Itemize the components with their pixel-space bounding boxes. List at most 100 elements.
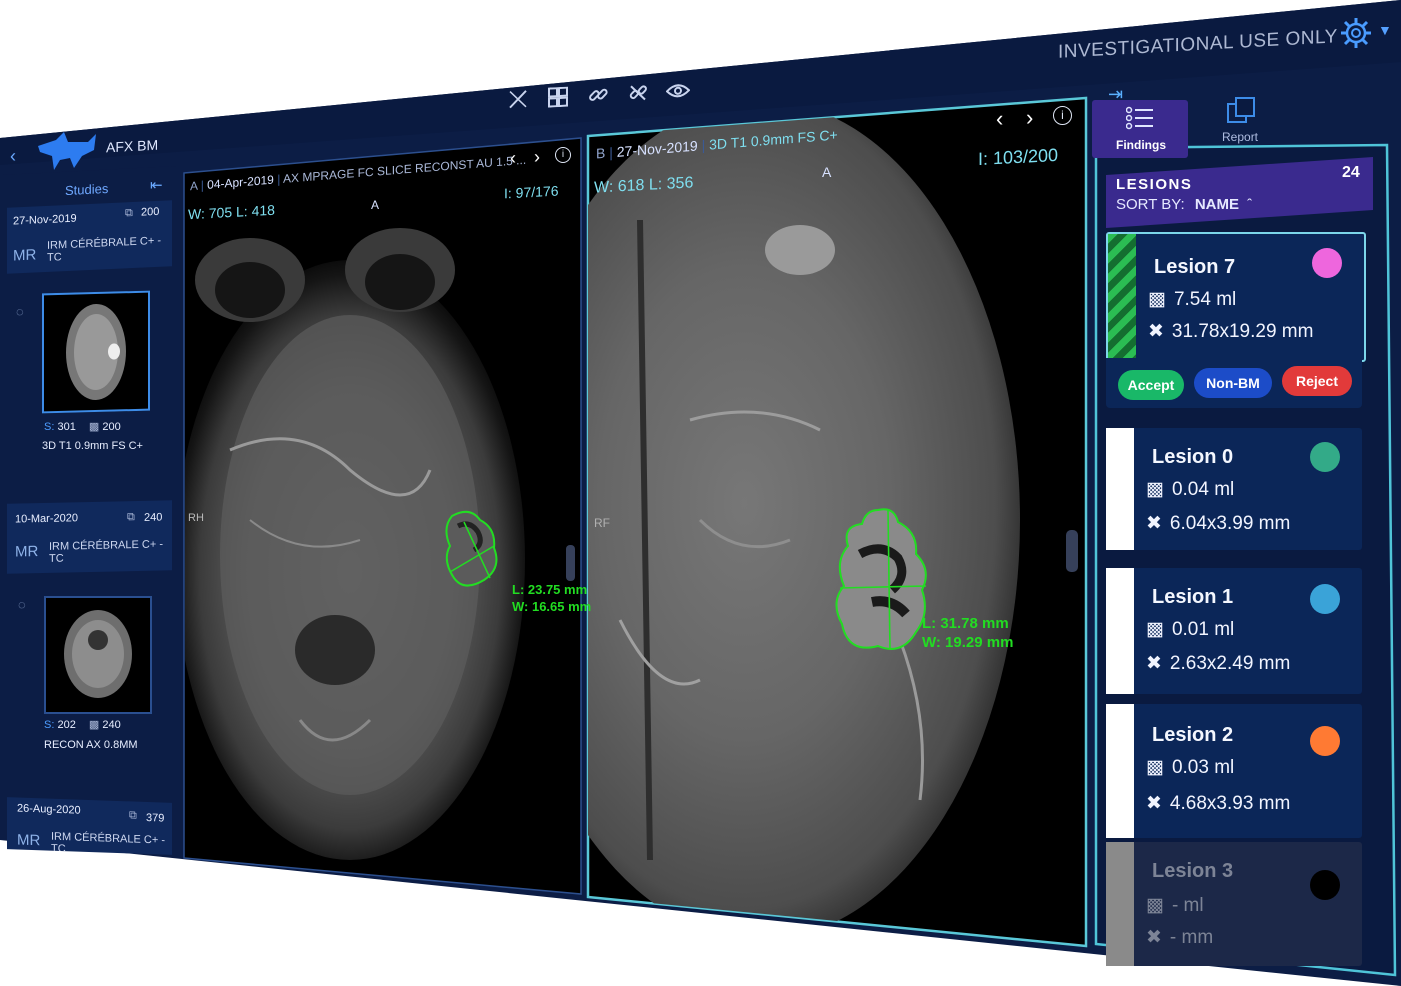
sort-label: SORT BY: [1116, 196, 1185, 213]
image-count-icon: ⧉ [125, 207, 133, 220]
measure-ruler-icon: ✖ [1146, 513, 1162, 534]
viewer-b-measure-length: L: 31.78 mm [922, 615, 1009, 632]
series-image-icon: ▩ [88, 719, 100, 731]
lesion-card-selected[interactable]: Lesion 7 ▩ 7.54 ml ✖ 31.78x19.29 mm [1106, 232, 1366, 362]
back-chevron-icon[interactable]: ‹ [10, 146, 16, 167]
viewer-a-prev-icon[interactable]: ‹ [510, 148, 516, 169]
lesion-action-bar: Accept Non-BM Reject [1106, 358, 1362, 408]
lesion-volume: ▩ 0.03 ml [1146, 756, 1234, 779]
loading-spinner-icon: ◌ [16, 304, 24, 319]
study-date: 10-Mar-2020 [15, 512, 78, 526]
study-card[interactable]: 27-Nov-2019 ⧉ 200 MR IRM CÉRÉBRALE C+ -T… [7, 200, 172, 274]
image-count-icon: ⧉ [127, 511, 135, 524]
study-image-count: 200 [141, 205, 160, 219]
series-image-count: 200 [102, 421, 121, 433]
viewer-b-info-icon[interactable]: i [1053, 106, 1072, 125]
study-card[interactable]: 26-Aug-2020 ⧉ 379 MR IRM CÉRÉBRALE C+ -T… [7, 797, 172, 855]
viewer-a-info-icon[interactable]: i [555, 147, 571, 163]
lesion-volume: ▩ 7.54 ml [1148, 288, 1236, 311]
study-modality: MR [17, 831, 41, 850]
series-number: 301 [57, 421, 76, 433]
measure-ruler-icon: ✖ [1148, 321, 1164, 342]
viewer-b-lesion-contour [835, 508, 927, 651]
lesion-card-disabled[interactable]: Lesion 3 ▩ - ml ✖ - mm [1106, 842, 1362, 966]
lesion-color-swatch [1312, 248, 1342, 278]
lesion-size: ✖ - mm [1146, 926, 1213, 949]
settings-gear-icon[interactable] [1338, 15, 1374, 51]
viewer-b-prev-icon[interactable]: ‹ [996, 106, 1003, 132]
lesion-card[interactable]: Lesion 2 ▩ 0.03 ml ✖ 4.68x3.93 mm [1106, 704, 1362, 838]
tab-findings[interactable]: Findings [1092, 100, 1188, 158]
lesion-size: ✖ 2.63x2.49 mm [1146, 652, 1290, 675]
eye-icon[interactable] [665, 77, 691, 104]
viewer-a-lesion-contour [445, 510, 498, 587]
loading-spinner-icon: ◌ [18, 597, 26, 612]
layout-grid-icon[interactable] [545, 83, 571, 110]
study-description: IRM CÉRÉBRALE C+ -TC [49, 538, 163, 565]
viewer-b-next-icon[interactable]: › [1026, 105, 1033, 131]
reject-button[interactable]: Reject [1282, 366, 1352, 396]
collapse-panel-icon[interactable]: ⇤ [150, 176, 163, 194]
sort-value: NAME [1194, 196, 1239, 213]
study-card[interactable]: 10-Mar-2020 ⧉ 240 MR IRM CÉRÉBRALE C+ -T… [7, 500, 172, 574]
viewer-b-window: W: 618 [594, 176, 645, 197]
sort-control[interactable]: SORT BY: NAME ˆ [1116, 196, 1252, 213]
lesion-volume: ▩ 0.04 ml [1146, 478, 1234, 501]
viewer-a-measure-width: W: 16.65 mm [512, 599, 592, 614]
study-date: 27-Nov-2019 [13, 212, 77, 228]
lesion-size-value: 2.63x2.49 mm [1169, 653, 1291, 674]
lesion-size: ✖ 31.78x19.29 mm [1148, 320, 1313, 343]
viewer-a-level: L: 418 [236, 201, 275, 220]
viewer-a-window: W: 705 [188, 203, 233, 223]
viewer-b-scroll-handle[interactable] [1066, 530, 1078, 572]
study-modality: MR [15, 543, 39, 561]
volume-cube-icon: ▩ [1146, 757, 1164, 778]
lesion-card[interactable]: Lesion 1 ▩ 0.01 ml ✖ 2.63x2.49 mm [1106, 568, 1362, 694]
series-thumbnail[interactable] [42, 290, 150, 414]
lesion-size-value: 6.04x3.99 mm [1169, 513, 1291, 534]
lesion-size: ✖ 6.04x3.99 mm [1146, 512, 1290, 535]
lesion-status-stripe [1106, 704, 1134, 838]
series-s-label: S: [44, 421, 55, 433]
study-image-count: 240 [144, 511, 163, 524]
lesion-status-stripe [1108, 234, 1136, 360]
lesion-name: Lesion 0 [1152, 446, 1234, 468]
series-number: 202 [57, 719, 76, 731]
lesion-color-swatch [1310, 870, 1340, 900]
viewer-a-label: A [190, 178, 198, 194]
link-icon[interactable] [585, 81, 611, 108]
series-name: 3D T1 0.9mm FS C+ [42, 440, 143, 452]
viewer-a-scroll-handle[interactable] [566, 545, 575, 581]
lesion-name: Lesion 3 [1152, 860, 1234, 882]
lesion-size-value: 31.78x19.29 mm [1171, 321, 1314, 342]
series-thumbnail[interactable] [44, 596, 152, 714]
lesion-volume-value: 0.01 ml [1171, 619, 1235, 640]
lesion-volume: ▩ 0.01 ml [1146, 618, 1234, 641]
settings-chevron-down-icon[interactable]: ▼ [1378, 22, 1392, 38]
viewer-a-orient-top: A [371, 198, 380, 212]
study-description: IRM CÉRÉBRALE C+ -TC [51, 830, 165, 855]
viewer-a-next-icon[interactable]: › [534, 147, 540, 168]
measure-off-icon[interactable] [505, 86, 531, 113]
volume-cube-icon: ▩ [1146, 619, 1164, 640]
series-name: RECON AX 0.8MM [44, 739, 138, 751]
viewer-a-measure-length: L: 23.75 mm [512, 582, 588, 597]
lesion-card[interactable]: Lesion 0 ▩ 0.04 ml ✖ 6.04x3.99 mm [1106, 428, 1362, 550]
series-info: S: 301 ▩ 200 [44, 420, 121, 433]
fox-logo [38, 132, 96, 170]
study-image-count: 379 [146, 811, 165, 825]
accept-button[interactable]: Accept [1118, 370, 1184, 400]
lesion-volume-value: 7.54 ml [1173, 289, 1237, 310]
lesion-name: Lesion 7 [1154, 256, 1236, 278]
non-bm-button[interactable]: Non-BM [1194, 368, 1272, 398]
series-info: S: 202 ▩ 240 [44, 718, 121, 731]
unlink-icon[interactable] [625, 79, 651, 106]
lesion-status-stripe [1106, 568, 1134, 694]
sort-ascending-icon: ˆ [1247, 196, 1253, 213]
measure-ruler-icon: ✖ [1146, 793, 1162, 814]
lesion-color-swatch [1310, 584, 1340, 614]
series-image-icon: ▩ [88, 421, 100, 433]
tab-report[interactable]: Report [1200, 92, 1284, 150]
lesion-volume-value: - ml [1171, 895, 1204, 916]
volume-cube-icon: ▩ [1146, 479, 1164, 500]
